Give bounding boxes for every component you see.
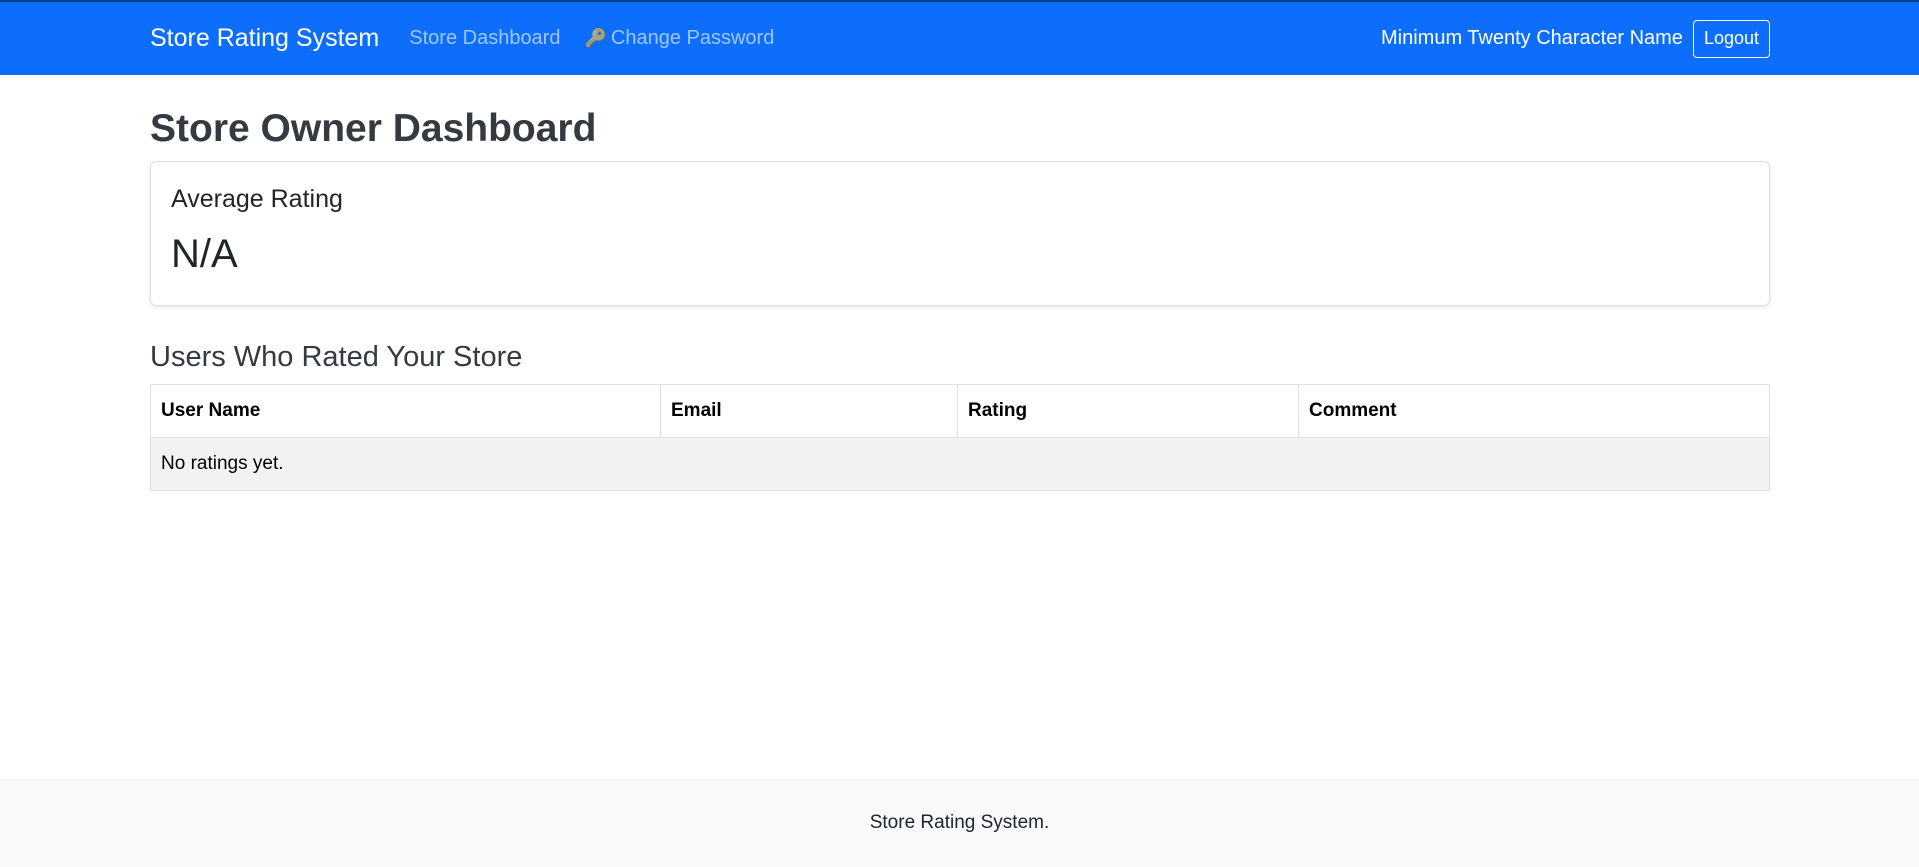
navbar: Store Rating System Store Dashboard 🔑 Ch… bbox=[0, 0, 1919, 75]
nav-link-change-password[interactable]: 🔑 Change Password bbox=[584, 27, 774, 50]
brand-link[interactable]: Store Rating System bbox=[150, 24, 379, 53]
table-row: No ratings yet. bbox=[150, 436, 1770, 491]
average-rating-value: N/A bbox=[171, 231, 238, 276]
ratings-table-head: User Name Email Rating Comment bbox=[150, 383, 1770, 438]
navbar-user-area: Minimum Twenty Character Name Logout bbox=[1380, 19, 1770, 58]
page: Store Rating System Store Dashboard 🔑 Ch… bbox=[0, 0, 1919, 867]
footer-text: Store Rating System. bbox=[869, 812, 1050, 833]
nav-link-store-dashboard[interactable]: Store Dashboard bbox=[409, 27, 560, 50]
current-user-name: Minimum Twenty Character Name bbox=[1380, 27, 1683, 49]
column-header-user-name: User Name bbox=[150, 383, 661, 438]
navbar-inner: Store Rating System Store Dashboard 🔑 Ch… bbox=[150, 2, 1770, 75]
nav-link-label: Store Dashboard bbox=[409, 27, 561, 49]
page-title: Store Owner Dashboard bbox=[150, 107, 597, 150]
average-rating-card: Average Rating N/A bbox=[150, 160, 1770, 306]
key-icon: 🔑 bbox=[584, 28, 607, 48]
logout-button[interactable]: Logout bbox=[1692, 19, 1770, 58]
column-header-email: Email bbox=[660, 383, 958, 438]
ratings-table-body: No ratings yet. bbox=[150, 436, 1770, 491]
ratings-table: User Name Email Rating Comment No rating… bbox=[150, 383, 1770, 491]
column-header-rating: Rating bbox=[957, 383, 1299, 438]
footer: Store Rating System. bbox=[0, 779, 1919, 867]
nav-link-label: Change Password bbox=[610, 27, 775, 49]
table-header-row: User Name Email Rating Comment bbox=[150, 383, 1770, 438]
column-header-comment: Comment bbox=[1298, 383, 1770, 438]
ratings-section-title: Users Who Rated Your Store bbox=[150, 340, 523, 373]
main-content: Store Owner Dashboard Average Rating N/A… bbox=[150, 75, 1770, 491]
empty-ratings-message: No ratings yet. bbox=[150, 436, 1770, 491]
average-rating-title: Average Rating bbox=[171, 184, 343, 213]
